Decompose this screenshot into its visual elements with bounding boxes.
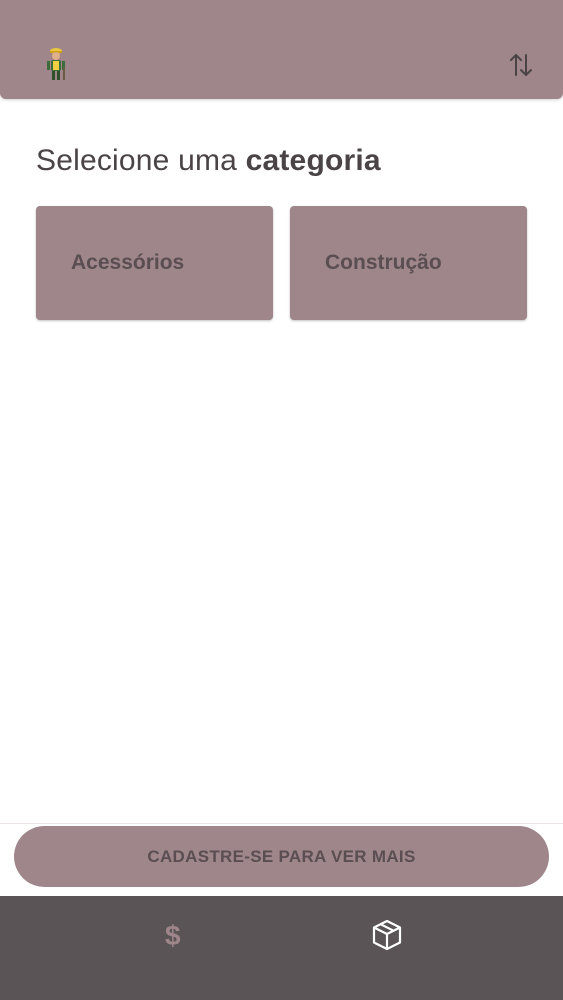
divider <box>0 823 563 824</box>
box-icon <box>372 919 402 951</box>
category-card-acessorios[interactable]: Acessórios <box>36 206 273 320</box>
sort-arrows-icon <box>510 54 532 76</box>
bottom-navigation: $ <box>0 896 563 1000</box>
sort-button[interactable] <box>506 50 536 80</box>
construction-worker-icon <box>47 48 65 80</box>
page-title-emphasis: categoria <box>245 144 381 177</box>
nav-item-products[interactable] <box>282 896 563 1000</box>
top-app-bar <box>0 0 563 99</box>
page-title-prefix: Selecione uma <box>36 144 246 177</box>
category-card-construcao[interactable]: Construção <box>290 206 527 320</box>
signup-button[interactable]: CADASTRE-SE PARA VER MAIS <box>14 826 549 887</box>
dollar-icon: $ <box>165 920 181 951</box>
category-label: Acessórios <box>71 251 185 274</box>
signup-button-label: CADASTRE-SE PARA VER MAIS <box>147 846 416 866</box>
category-label: Construção <box>325 251 442 274</box>
nav-item-prices[interactable]: $ <box>0 896 281 1000</box>
page-title: Selecione uma categoria <box>36 144 381 178</box>
